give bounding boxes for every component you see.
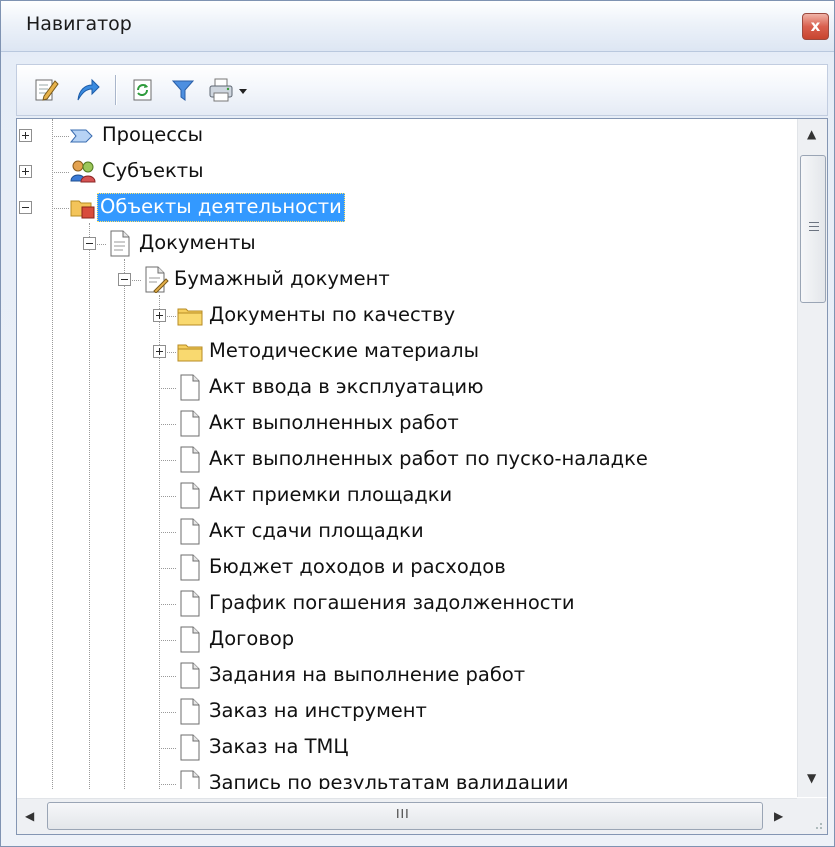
scroll-up-arrow-icon[interactable]: ▲	[807, 127, 816, 141]
tree-item-document[interactable]: График погашения задолженности	[17, 587, 795, 623]
tree-item-quality-documents[interactable]: Документы по качеству	[17, 299, 795, 335]
resize-grip-icon[interactable]	[797, 798, 827, 834]
tree-item-label: Задания на выполнение работ	[209, 663, 526, 686]
tree-item-label: Заказ на инструмент	[209, 699, 427, 722]
vertical-scrollbar[interactable]: ▲ ▼	[797, 119, 827, 797]
tree-item-label: Акт ввода в эксплуатацию	[209, 375, 484, 398]
tree-item-document[interactable]: Бюджет доходов и расходов	[17, 551, 795, 587]
filter-button[interactable]	[169, 76, 197, 104]
edit-button[interactable]	[31, 76, 59, 104]
collapse-toggle[interactable]	[19, 201, 32, 214]
tree-item-label: Заказ на ТМЦ	[209, 735, 349, 758]
expand-toggle[interactable]	[19, 165, 32, 178]
tree-item-label: Акт выполненных работ по пуско-наладке	[209, 447, 648, 470]
document-icon	[180, 482, 200, 509]
tree-view[interactable]: Процессы Субъекты Объекты деятельности Д…	[16, 118, 828, 835]
go-to-button[interactable]	[73, 76, 101, 104]
vertical-scroll-thumb[interactable]	[800, 155, 826, 303]
tree-item-documents[interactable]: Документы	[17, 227, 795, 263]
folder-object-icon	[70, 200, 95, 219]
collapse-toggle[interactable]	[83, 237, 96, 250]
tree-item-label: Акт сдачи площадки	[209, 519, 424, 542]
collapse-toggle[interactable]	[118, 273, 131, 286]
navigator-window: Навигатор x Процессы Субъекты Объекты де…	[0, 0, 835, 847]
tree-item-methodical-materials[interactable]: Методические материалы	[17, 335, 795, 371]
tree-item-document[interactable]: Договор	[17, 623, 795, 659]
title-bar[interactable]: Навигатор x	[1, 1, 834, 52]
tree-item-document[interactable]: Задания на выполнение работ	[17, 659, 795, 695]
expand-toggle[interactable]	[19, 129, 32, 142]
tree-item-document[interactable]: Запись по результатам валидации	[17, 767, 795, 789]
process-arrow-icon	[69, 129, 93, 143]
people-icon	[70, 160, 96, 183]
tree-item-label: Договор	[209, 627, 295, 650]
go-to-icon	[77, 78, 100, 101]
horizontal-scrollbar[interactable]: ◀ III ▶	[17, 798, 797, 834]
tree-item-document[interactable]: Заказ на ТМЦ	[17, 731, 795, 767]
tree-item-label: Документы	[139, 231, 256, 254]
tree-item-label: Объекты деятельности	[97, 193, 345, 222]
document-icon	[180, 626, 200, 653]
scroll-right-arrow-icon[interactable]: ▶	[774, 809, 783, 823]
print-button[interactable]	[207, 76, 251, 104]
tree-item-document[interactable]: Акт сдачи площадки	[17, 515, 795, 551]
tree-item-label: Субъекты	[102, 159, 204, 182]
tree-content: Процессы Субъекты Объекты деятельности Д…	[17, 119, 795, 789]
tree-item-label: Запись по результатам валидации	[209, 771, 569, 790]
close-button[interactable]: x	[802, 13, 829, 40]
tree-item-label: Методические материалы	[209, 339, 480, 362]
document-icon	[180, 698, 200, 725]
document-icon	[180, 554, 200, 581]
tree-item-label: Бюджет доходов и расходов	[209, 555, 506, 578]
tree-item-subjects[interactable]: Субъекты	[17, 155, 795, 191]
document-icon	[180, 590, 200, 617]
tree-item-document[interactable]: Акт приемки площадки	[17, 479, 795, 515]
tree-item-label: Акт выполненных работ	[209, 411, 459, 434]
tree-item-activity-objects[interactable]: Объекты деятельности	[17, 191, 795, 227]
document-icon	[180, 770, 200, 789]
tree-item-processes[interactable]: Процессы	[17, 119, 795, 155]
scroll-left-arrow-icon[interactable]: ◀	[25, 809, 34, 823]
tree-item-document[interactable]: Заказ на инструмент	[17, 695, 795, 731]
scroll-grip: III	[396, 807, 410, 821]
tree-item-label: Бумажный документ	[174, 267, 390, 290]
expand-toggle[interactable]	[153, 309, 166, 322]
tree-item-document[interactable]: Акт ввода в эксплуатацию	[17, 371, 795, 407]
refresh-button[interactable]	[129, 76, 157, 104]
expand-toggle[interactable]	[153, 345, 166, 358]
toolbar	[16, 64, 828, 116]
tree-item-label: Акт приемки площадки	[209, 483, 453, 506]
print-icon	[209, 78, 233, 102]
filter-icon	[171, 80, 195, 101]
document-icon	[180, 662, 200, 689]
window-title: Навигатор	[26, 13, 132, 35]
edit-icon	[35, 79, 59, 101]
tree-item-label: Процессы	[102, 123, 204, 146]
tree-item-document[interactable]: Акт выполненных работ по пуско-наладке	[17, 443, 795, 479]
document-icon	[180, 446, 200, 473]
document-icon	[180, 734, 200, 761]
document-icon	[180, 374, 200, 401]
tree-item-label: График погашения задолженности	[209, 591, 575, 614]
tree-item-label: Документы по качеству	[209, 303, 456, 326]
tree-item-document[interactable]: Акт выполненных работ	[17, 407, 795, 443]
document-icon	[180, 410, 200, 437]
folder-icon	[177, 344, 203, 362]
tree-item-paper-document[interactable]: Бумажный документ	[17, 263, 795, 299]
horizontal-scroll-thumb[interactable]: III	[47, 802, 763, 830]
document-icon	[110, 230, 130, 257]
dropdown-arrow-icon	[239, 89, 247, 94]
folder-icon	[177, 308, 203, 326]
document-icon	[180, 518, 200, 545]
refresh-icon	[133, 79, 152, 101]
scroll-down-arrow-icon[interactable]: ▼	[807, 771, 816, 785]
paper-document-icon	[145, 266, 169, 293]
